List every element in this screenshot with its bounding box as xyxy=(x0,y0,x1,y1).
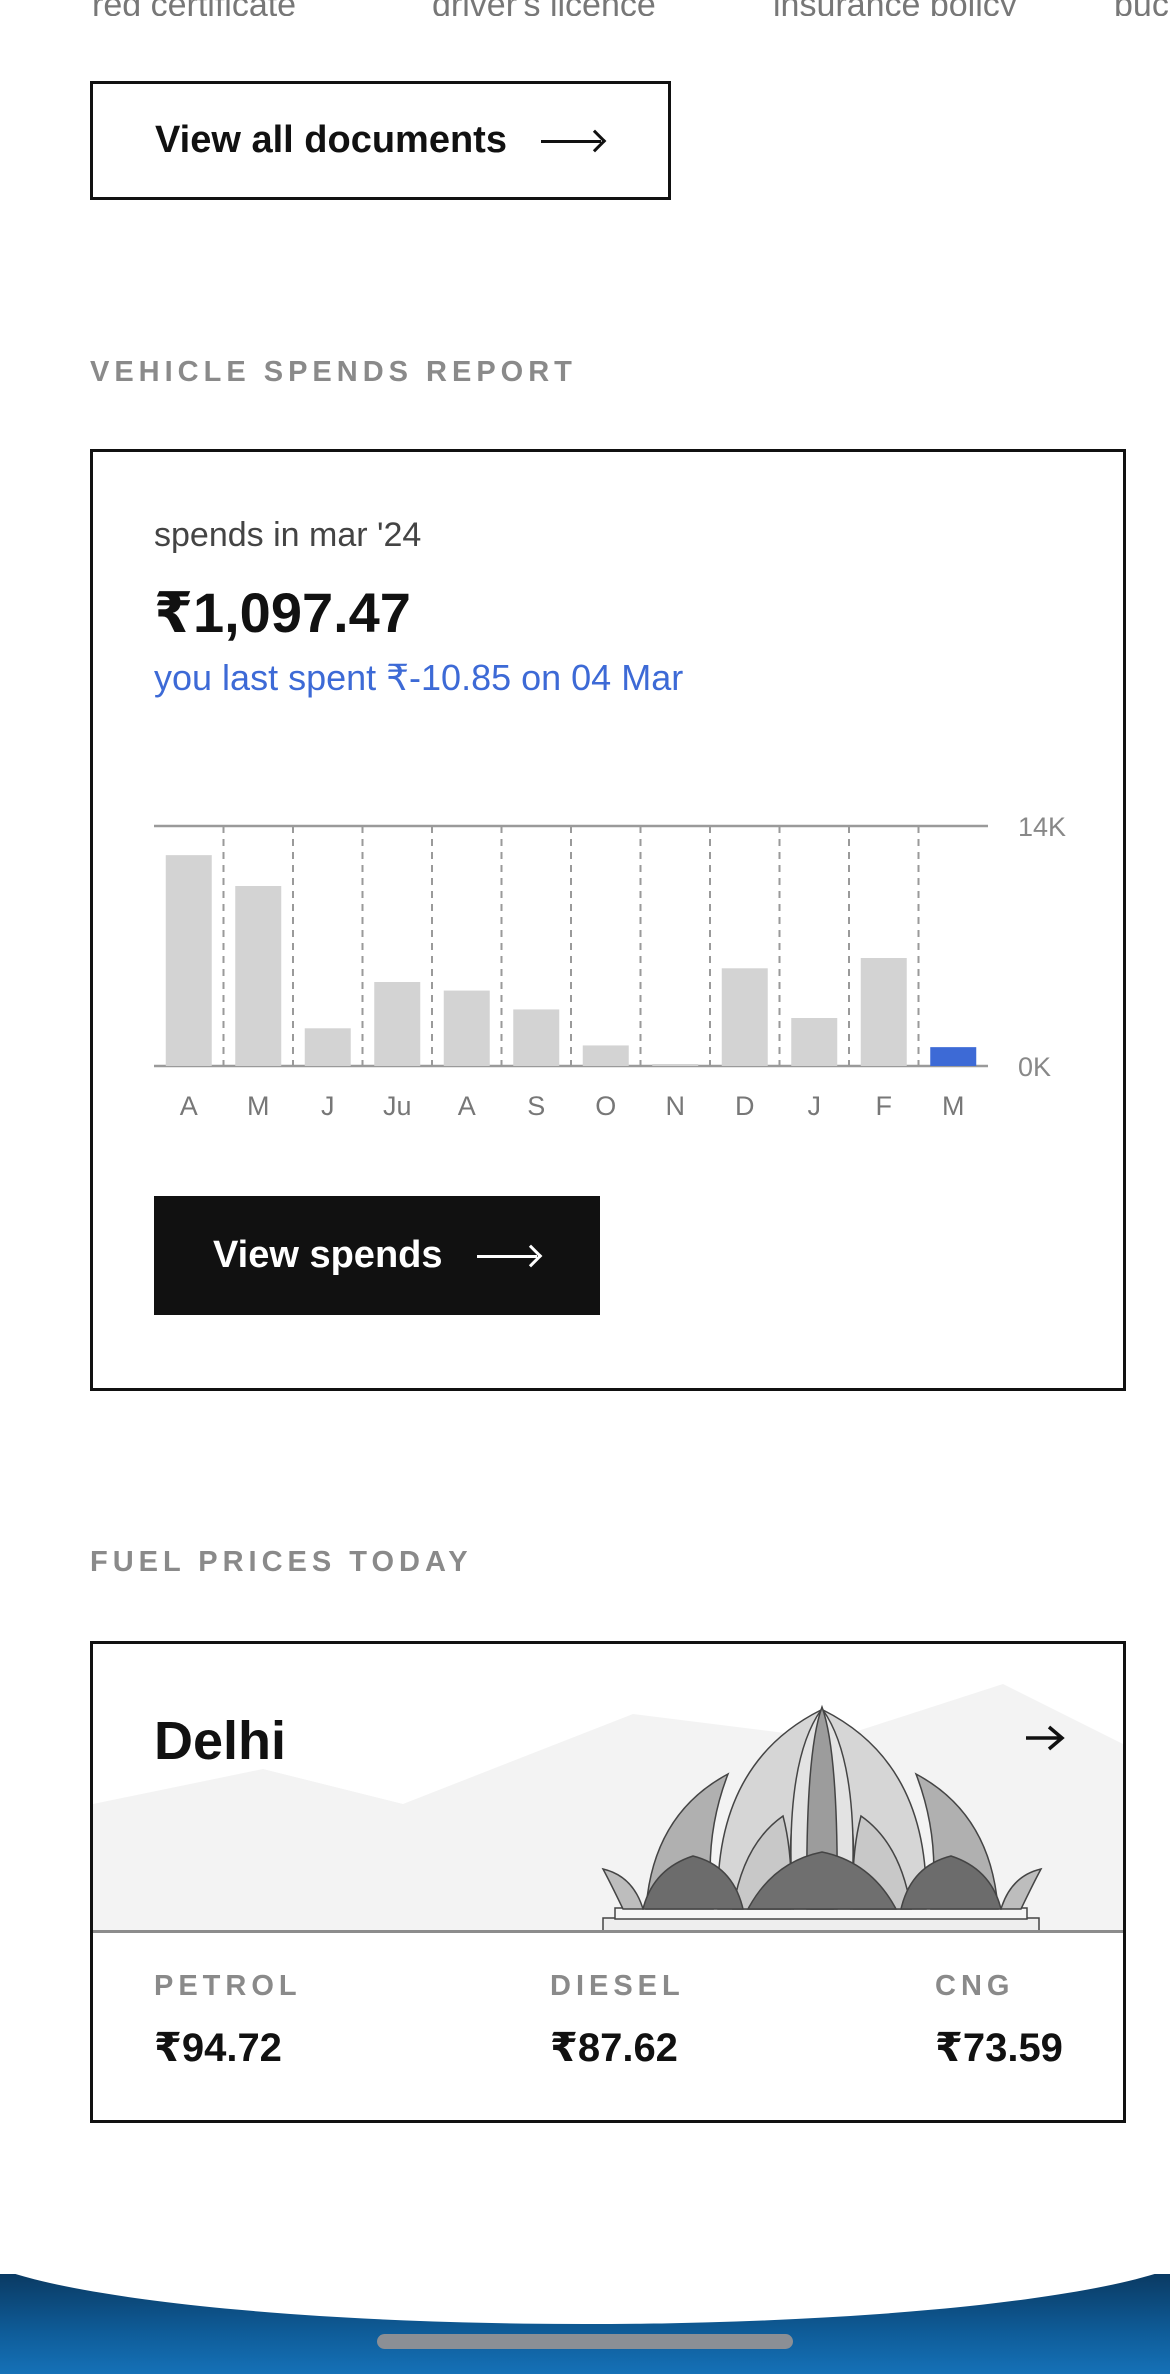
fuel-price-petrol: ₹94.72 xyxy=(154,2026,282,2070)
chart-x-label: A xyxy=(458,1091,476,1121)
last-spent-text: you last spent ₹-10.85 on 04 Mar xyxy=(154,657,684,698)
view-all-documents-label: View all documents xyxy=(155,119,507,161)
view-spends-button[interactable]: View spends xyxy=(154,1196,600,1315)
chart-x-label: J xyxy=(808,1091,822,1121)
chart-bar-7[interactable] xyxy=(652,1064,699,1066)
document-tabs: reg certificate driver's licence insuran… xyxy=(0,0,1170,16)
chart-x-label: J xyxy=(321,1091,335,1121)
chart-bar-11[interactable] xyxy=(930,1047,977,1066)
spends-bar-chart: A M J Ju A S O N D J F M 14K 0K xyxy=(154,812,1066,1121)
bottom-bar-curve xyxy=(0,2274,1170,2324)
spends-period-label: spends in mar '24 xyxy=(154,516,422,554)
chart-x-label: N xyxy=(666,1091,686,1121)
fuel-diesel: DIESEL ₹87.62 xyxy=(550,1970,685,2071)
fuel-prices-card[interactable]: Delhi PETROL ₹94.72 DIESEL ₹87.62 CNG ₹7… xyxy=(90,1641,1126,2123)
fuel-cng: CNG ₹73.59 xyxy=(935,1970,1063,2071)
fuel-divider xyxy=(93,1930,1123,1933)
doc-tab-insurance-policy[interactable]: insurance policy xyxy=(773,0,1017,16)
fuel-price-cng: ₹73.59 xyxy=(935,2026,1063,2070)
chart-x-label: Ju xyxy=(383,1091,412,1121)
arrow-right-icon xyxy=(540,131,605,151)
chart-x-label: A xyxy=(180,1091,198,1121)
chart-bar-4[interactable] xyxy=(443,990,490,1066)
chart-x-label: S xyxy=(527,1091,545,1121)
chart-bar-2[interactable] xyxy=(304,1028,351,1066)
fuel-name-diesel: DIESEL xyxy=(550,1970,685,2002)
spends-card[interactable]: spends in mar '24 ₹1,097.47 you last spe… xyxy=(90,449,1126,1391)
chart-x-label: D xyxy=(735,1091,755,1121)
chart-y-tick-min: 0K xyxy=(1018,1052,1051,1082)
bottom-bar xyxy=(0,2274,1170,2374)
fuel-section-title: FUEL PRICES TODAY xyxy=(90,1546,473,1578)
doc-tab-reg-certificate[interactable]: reg certificate xyxy=(92,0,296,16)
chart-bar-3[interactable] xyxy=(374,982,421,1066)
home-indicator[interactable] xyxy=(377,2334,793,2349)
chart-bar-6[interactable] xyxy=(582,1045,629,1066)
chart-bar-8[interactable] xyxy=(721,968,768,1066)
view-spends-label: View spends xyxy=(213,1234,443,1276)
fuel-petrol: PETROL ₹94.72 xyxy=(154,1970,302,2071)
doc-tab-drivers-licence[interactable]: driver's licence xyxy=(432,0,656,16)
chart-x-label: F xyxy=(876,1091,893,1121)
chart-bar-9[interactable] xyxy=(791,1018,838,1066)
arrow-right-icon xyxy=(476,1246,541,1266)
spends-section-title: VEHICLE SPENDS REPORT xyxy=(90,356,577,388)
fuel-price-diesel: ₹87.62 xyxy=(550,2026,678,2070)
chart-x-label: M xyxy=(247,1091,270,1121)
fuel-name-cng: CNG xyxy=(935,1970,1015,2002)
chart-y-tick-max: 14K xyxy=(1018,812,1066,842)
lotus-temple-illustration xyxy=(93,1684,1123,1933)
chart-bar-0[interactable] xyxy=(165,855,212,1066)
doc-tab-puc[interactable]: puc xyxy=(1114,0,1169,16)
arrow-right-icon[interactable] xyxy=(1025,1724,1065,1752)
chart-x-label: M xyxy=(942,1091,965,1121)
chart-bar-5[interactable] xyxy=(513,1009,560,1066)
chart-x-label: O xyxy=(595,1091,616,1121)
view-all-documents-button[interactable]: View all documents xyxy=(90,81,671,200)
chart-bar-1[interactable] xyxy=(235,886,282,1066)
city-name[interactable]: Delhi xyxy=(154,1710,286,1772)
spends-amount: ₹1,097.47 xyxy=(154,581,411,644)
chart-bar-10[interactable] xyxy=(860,958,907,1066)
fuel-name-petrol: PETROL xyxy=(154,1970,302,2002)
